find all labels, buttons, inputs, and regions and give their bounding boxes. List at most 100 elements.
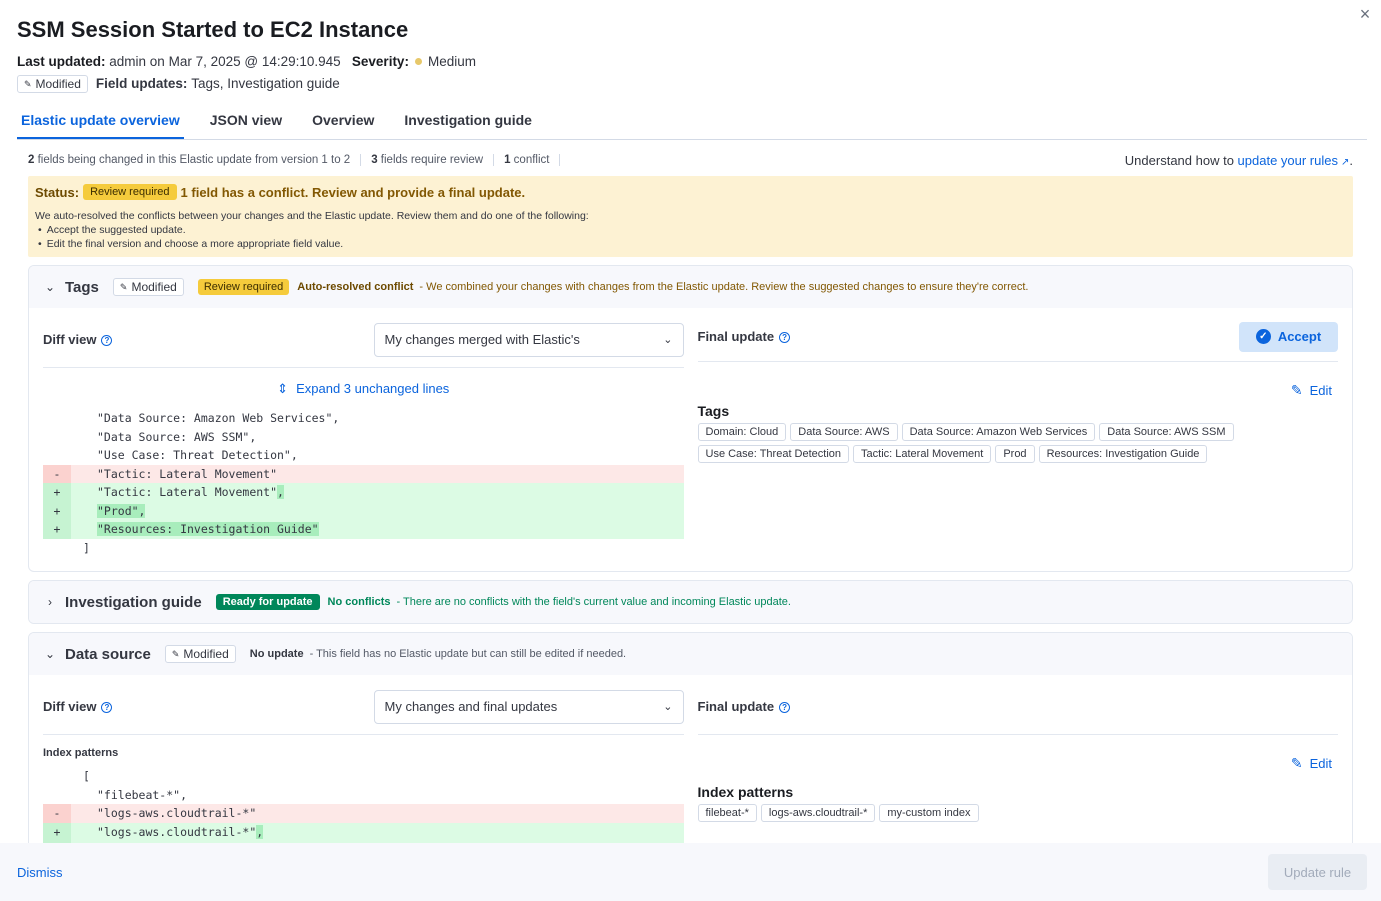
- diff-highlight: "Prod",: [97, 503, 146, 518]
- severity-value: Medium: [427, 54, 476, 69]
- diff-line-added: + "Prod",: [43, 501, 684, 520]
- diff-view-label-text: Diff view: [43, 699, 97, 714]
- investigation-guide-section-header[interactable]: › Investigation guide Ready for update N…: [29, 581, 1352, 623]
- diff-view-select-value: My changes and final updates: [384, 699, 558, 714]
- tab-bar: Elastic update overview JSON view Overvi…: [17, 103, 1367, 140]
- diff-line-text: [: [71, 767, 90, 786]
- stat-fields-changed-text: fields being changed in this Elastic upd…: [34, 154, 351, 166]
- value-chip: Domain: Cloud: [697, 423, 787, 441]
- diff-line: [: [43, 767, 684, 786]
- diff-highlight: "Resources: Investigation Guide": [97, 522, 319, 536]
- diff-gutter: [43, 786, 71, 805]
- ready-for-update-badge: Ready for update: [215, 594, 320, 610]
- status-bullet: Edit the final version and choose a more…: [38, 237, 1346, 251]
- diff-gutter: +: [43, 822, 71, 841]
- pencil-icon: ✎: [1290, 755, 1303, 771]
- flyout-body: × SSM Session Started to EC2 Instance La…: [0, 0, 1381, 843]
- accept-button[interactable]: ✓ Accept: [1239, 321, 1338, 352]
- update-rules-link[interactable]: update your rules: [1238, 153, 1338, 168]
- stat-fields-changed: 2 fields being changed in this Elastic u…: [28, 154, 362, 166]
- dismiss-button[interactable]: Dismiss: [17, 865, 63, 880]
- help-icon[interactable]: ?: [101, 335, 113, 346]
- diff-view-select[interactable]: My changes and final updates ⌄: [373, 689, 684, 724]
- value-chip: logs-aws.cloudtrail-*: [760, 804, 876, 822]
- chevron-down-icon[interactable]: ⌄: [43, 280, 57, 294]
- value-chip: my-custom index: [879, 804, 979, 822]
- rules-help-suffix: .: [1349, 152, 1353, 168]
- severity-dot-icon: [414, 58, 422, 65]
- chevron-right-icon[interactable]: ›: [43, 595, 57, 609]
- diff-line-added: + "logs-aws.cloudtrail-*",: [43, 822, 684, 841]
- field-updates-value: Tags, Investigation guide: [191, 76, 340, 91]
- edit-button[interactable]: ✎ Edit: [1291, 382, 1332, 399]
- investigation-guide-field-section: › Investigation guide Ready for update N…: [28, 580, 1353, 624]
- flyout-header: SSM Session Started to EC2 Instance Last…: [0, 0, 1381, 93]
- diff-line: "Use Case: Threat Detection",: [43, 446, 684, 465]
- value-chip: Tactic: Lateral Movement: [853, 445, 992, 463]
- edit-row: ✎ Edit: [698, 735, 1339, 772]
- check-circle-icon: ✓: [1255, 329, 1271, 344]
- conflict-label: Auto-resolved conflict: [297, 281, 414, 293]
- diff-line-added: + "Resources: Investigation Guide": [43, 520, 684, 539]
- accept-button-label: Accept: [1277, 329, 1322, 344]
- investigation-guide-section-title: Investigation guide: [65, 593, 202, 611]
- tab-investigation-guide[interactable]: Investigation guide: [400, 103, 536, 139]
- conflict-description: - We combined your changes with changes …: [419, 281, 1029, 293]
- pencil-icon: ✎: [171, 648, 180, 659]
- help-icon[interactable]: ?: [779, 702, 791, 713]
- diff-gutter: [43, 539, 71, 558]
- chevron-down-icon: ⌄: [663, 701, 673, 713]
- diff-panel: Diff view? My changes and final updates …: [43, 689, 684, 843]
- diff-line-content: "Tactic: Lateral Movement": [97, 485, 278, 499]
- index-pattern-chips: filebeat-* logs-aws.cloudtrail-* my-custom…: [697, 802, 1258, 824]
- data-source-field-section: ⌄ Data source ✎ Modified No update - This…: [28, 632, 1353, 843]
- update-rule-button[interactable]: Update rule: [1268, 854, 1367, 890]
- diff-gutter: [43, 428, 71, 447]
- no-update-description: - This field has no Elastic update but c…: [309, 648, 627, 660]
- diff-highlight: ,: [256, 824, 264, 839]
- diff-line: ]: [43, 539, 684, 558]
- update-stats: 2 fields being changed in this Elastic u…: [28, 152, 1353, 168]
- modified-badge: ✎ Modified: [17, 75, 88, 93]
- modified-badge-label: Modified: [35, 77, 81, 91]
- tab-elastic-update-overview[interactable]: Elastic update overview: [17, 103, 184, 139]
- diff-header: Diff view? My changes and final updates …: [43, 689, 684, 735]
- diff-line-content: "Data Source: AWS SSM",: [97, 429, 257, 444]
- last-updated-label: Last updated:: [17, 54, 106, 69]
- page-title: SSM Session Started to EC2 Instance: [17, 17, 409, 42]
- pencil-icon: ✎: [24, 79, 32, 89]
- diff-gutter: +: [43, 501, 71, 520]
- tab-json-view[interactable]: JSON view: [206, 103, 286, 139]
- severity-label: Severity:: [351, 54, 409, 69]
- diff-highlight: ,: [277, 485, 284, 499]
- final-update-panel: Final update? ✎ Edit Index patterns fileb…: [697, 689, 1339, 843]
- value-chip: Data Source: Amazon Web Services: [901, 423, 1096, 441]
- tab-overview[interactable]: Overview: [308, 103, 378, 139]
- edit-button[interactable]: ✎ Edit: [1291, 755, 1332, 772]
- help-icon[interactable]: ?: [779, 332, 791, 343]
- value-chip: filebeat-*: [697, 804, 757, 822]
- close-icon[interactable]: ×: [1355, 4, 1375, 24]
- help-icon[interactable]: ?: [101, 702, 113, 713]
- tags-section-header[interactable]: ⌄ Tags ✎ Modified Review required Auto-re…: [29, 266, 1352, 308]
- chevron-down-icon[interactable]: ⌄: [43, 647, 57, 661]
- expand-unchanged-lines[interactable]: ⇕ Expand 3 unchanged lines: [43, 368, 684, 409]
- final-update-panel: Final update? ✓ Accept ✎ Edit Tags Domain:…: [697, 321, 1338, 557]
- data-source-section-header[interactable]: ⌄ Data source ✎ Modified No update - This…: [29, 633, 1352, 675]
- diff-gutter: +: [43, 520, 71, 539]
- diff-line: "filebeat-*",: [43, 786, 684, 805]
- diff-view-select-value: My changes merged with Elastic's: [384, 332, 580, 347]
- tag-chips: Domain: Cloud Data Source: AWS Data Source…: [697, 421, 1258, 465]
- diff-view-select[interactable]: My changes merged with Elastic's ⌄: [373, 322, 684, 357]
- value-chip: Prod: [995, 445, 1035, 463]
- data-source-section-title: Data source: [65, 645, 151, 663]
- flyout-footer: Dismiss Update rule: [0, 843, 1381, 901]
- status-body: We auto-resolved the conflicts between y…: [35, 209, 1346, 251]
- chevron-down-icon: ⌄: [663, 334, 673, 346]
- value-chip: Use Case: Threat Detection: [697, 445, 850, 463]
- last-updated-value: admin on Mar 7, 2025 @ 14:29:10.945: [109, 54, 341, 69]
- diff-line-content: [: [83, 769, 90, 783]
- diff-line-text: "Data Source: Amazon Web Services",: [71, 409, 339, 428]
- modified-badge: ✎ Modified: [112, 278, 184, 296]
- tags-section-body: Diff view? My changes merged with Elasti…: [29, 308, 1352, 571]
